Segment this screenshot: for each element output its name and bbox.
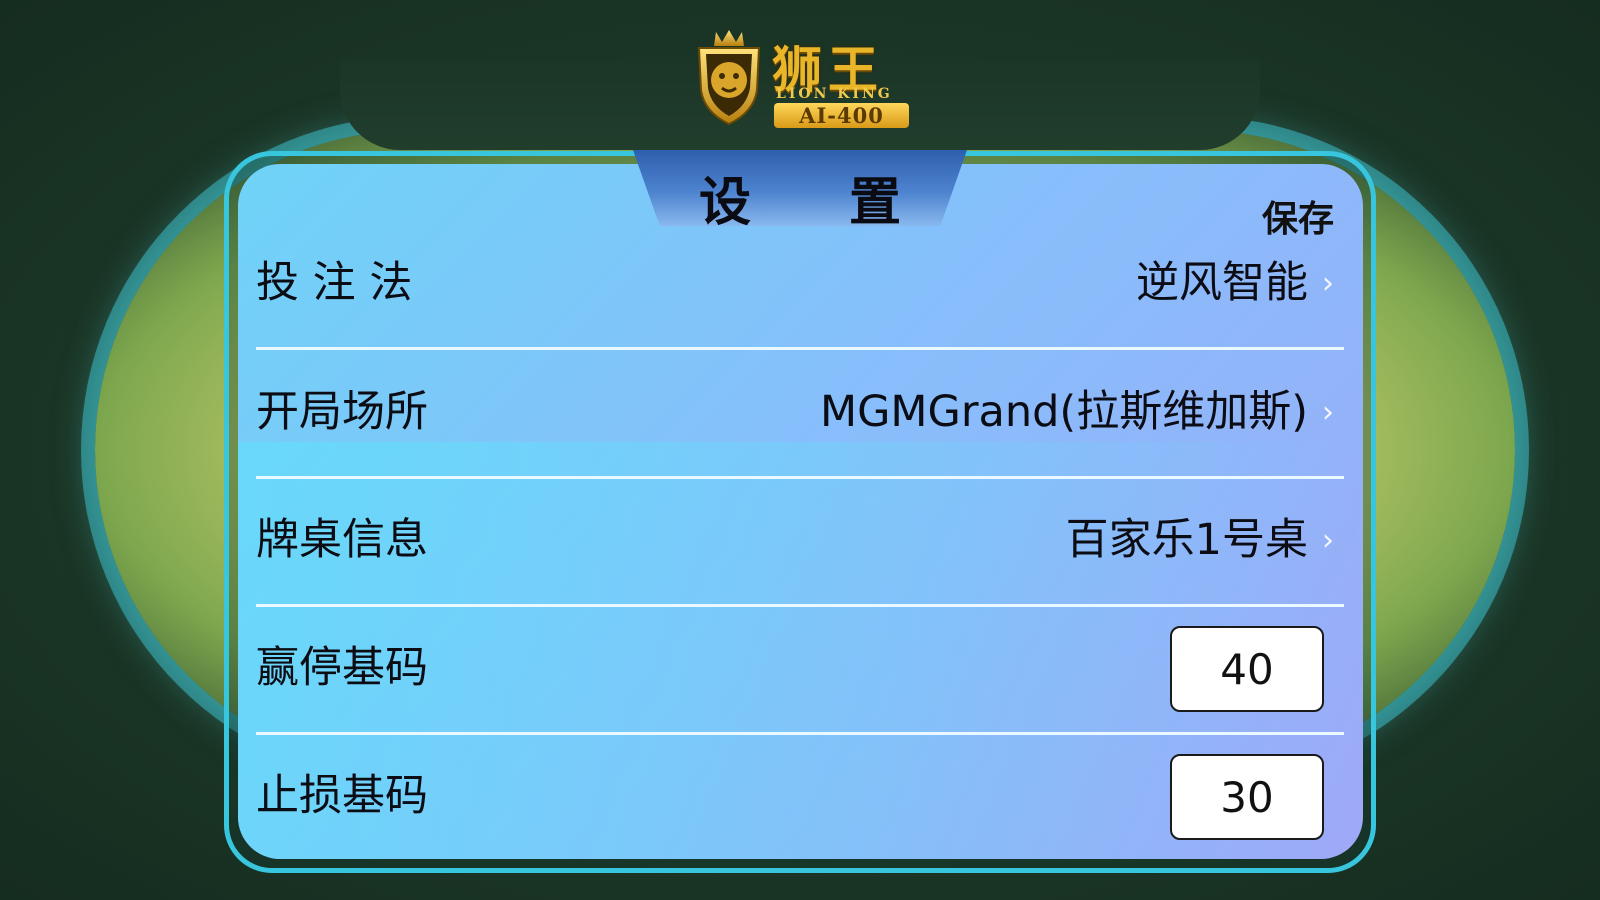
chevron-right-icon: › <box>1322 523 1334 558</box>
logo-english-text: LION KING <box>776 86 893 102</box>
lion-shield-icon <box>697 30 761 126</box>
row-value: 逆风智能 <box>1136 258 1308 308</box>
setting-row-stop-loss: 止损基码 <box>256 733 1344 860</box>
stop-loss-input[interactable] <box>1170 754 1324 840</box>
row-label: 赢停基码 <box>256 643 428 693</box>
row-label: 牌桌信息 <box>256 515 428 565</box>
row-label: 止损基码 <box>256 771 428 821</box>
setting-row-win-stop: 赢停基码 <box>256 605 1344 732</box>
row-label: 投 注 法 <box>256 258 413 308</box>
setting-row-table-info[interactable]: 牌桌信息 百家乐1号桌 › <box>256 477 1344 604</box>
row-value: MGMGrand(拉斯维加斯) <box>820 387 1308 437</box>
chevron-right-icon: › <box>1322 395 1334 430</box>
lion-king-logo: 狮王 LION KING AI-400 <box>694 28 924 128</box>
row-value: 百家乐1号桌 <box>1065 515 1308 565</box>
setting-row-betting-method[interactable]: 投 注 法 逆风智能 › <box>256 220 1344 347</box>
chevron-right-icon: › <box>1322 266 1334 301</box>
win-stop-input[interactable] <box>1170 626 1324 712</box>
row-label: 开局场所 <box>256 387 428 437</box>
setting-row-venue[interactable]: 开局场所 MGMGrand(拉斯维加斯) › <box>256 349 1344 476</box>
logo-model-badge: AI-400 <box>774 103 909 128</box>
